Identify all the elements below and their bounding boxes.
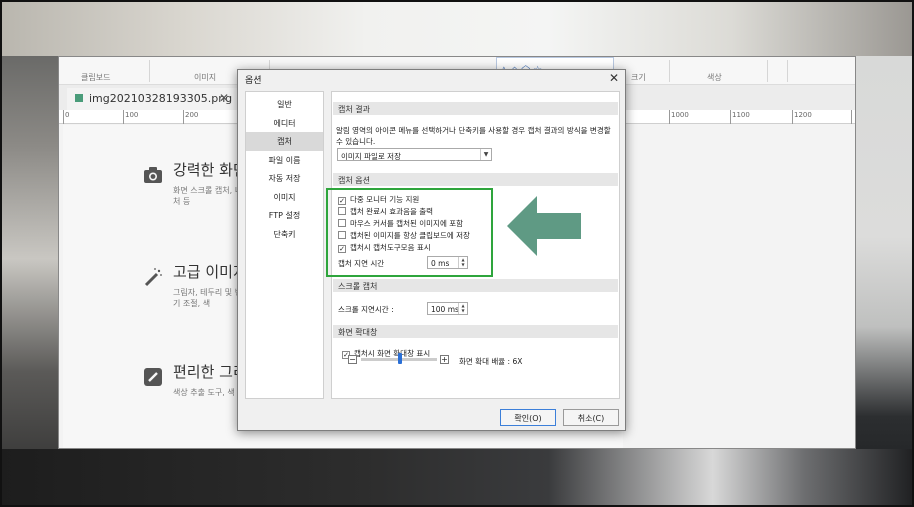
highlight-box xyxy=(326,188,493,277)
zoom-level-label: 화면 확대 배율 : 6X xyxy=(459,357,523,366)
nav-item-file-name[interactable]: 파일 이름 xyxy=(246,151,323,170)
desktop-background-left xyxy=(0,56,58,507)
cancel-button[interactable]: 취소(C) xyxy=(563,409,619,426)
ruler-tick xyxy=(851,110,852,124)
ruler-tick xyxy=(63,110,64,124)
ruler-label: 1000 xyxy=(671,111,689,119)
scroll-delay-value: 100 ms xyxy=(431,305,459,314)
zoom-out-button[interactable]: − xyxy=(348,355,357,364)
section-header-capture-options: 캡처 옵션 xyxy=(333,173,618,186)
close-icon[interactable]: ✕ xyxy=(609,71,619,85)
nav-item-shortcuts[interactable]: 단축키 xyxy=(246,225,323,244)
camera-icon xyxy=(144,167,162,183)
section-header-capture-result: 캡처 결과 xyxy=(333,102,618,115)
capture-result-value: 이미지 파일로 저장 xyxy=(341,152,401,161)
document-tab[interactable]: img20210328193305.png ✕ xyxy=(67,88,237,110)
zoom-in-button[interactable]: + xyxy=(440,355,449,364)
ribbon-group-clipboard: 클립보드 xyxy=(81,73,111,82)
ruler-label: 200 xyxy=(185,111,199,119)
ruler-tick xyxy=(183,110,184,124)
options-nav: 일반 에디터 캡처 파일 이름 자동 저장 이미지 FTP 설정 단축키 xyxy=(245,91,324,399)
scroll-delay-label: 스크롤 지연시간 : xyxy=(338,305,394,314)
ribbon-separator xyxy=(787,60,788,82)
ribbon-separator xyxy=(149,60,150,82)
ok-button[interactable]: 확인(O) xyxy=(500,409,556,426)
close-tab-icon[interactable]: ✕ xyxy=(219,91,229,105)
pencil-icon xyxy=(144,368,162,386)
stepper-arrows-icon[interactable]: ▲ ▼ xyxy=(458,303,467,314)
ruler-label: 1200 xyxy=(794,111,812,119)
image-file-icon xyxy=(75,94,83,102)
chevron-down-icon[interactable]: ▼ xyxy=(480,149,491,160)
magic-wand-icon xyxy=(144,268,162,287)
arrow-left-icon xyxy=(507,196,581,256)
zoom-slider-thumb[interactable] xyxy=(398,353,402,364)
nav-item-general[interactable]: 일반 xyxy=(246,95,323,114)
capture-result-select[interactable]: 이미지 파일로 저장 ▼ xyxy=(337,148,492,161)
ruler-label: 0 xyxy=(65,111,70,119)
ribbon-group-image: 이미지 xyxy=(194,73,217,82)
capture-result-description: 알림 영역의 아이콘 메뉴를 선택하거나 단축키를 사용할 경우 캡처 결과의 … xyxy=(336,126,611,146)
nav-item-ftp[interactable]: FTP 설정 xyxy=(246,206,323,225)
section-header-scroll-capture: 스크롤 캡처 xyxy=(333,279,618,292)
ribbon-separator xyxy=(767,60,768,82)
ruler-tick xyxy=(123,110,124,124)
checkbox-label: 캡처시 화면 확대창 표시 xyxy=(354,349,431,358)
desktop-background-right xyxy=(856,56,914,507)
scroll-delay-stepper[interactable]: 100 ms ▲ ▼ xyxy=(427,302,468,315)
desktop-background-bottom xyxy=(0,449,914,507)
ruler-tick xyxy=(669,110,670,124)
feature-title: 편리한 그리 xyxy=(173,363,247,381)
dialog-title: 옵션 xyxy=(245,76,262,86)
nav-item-capture[interactable]: 캡처 xyxy=(246,132,323,151)
feature-title: 고급 이미지 xyxy=(173,263,247,281)
nav-item-image[interactable]: 이미지 xyxy=(246,188,323,207)
nav-item-auto-save[interactable]: 자동 저장 xyxy=(246,169,323,188)
feature-title: 강력한 화면 xyxy=(173,161,247,179)
nav-item-editor[interactable]: 에디터 xyxy=(246,114,323,133)
ruler-label: 100 xyxy=(125,111,139,119)
ribbon-group-color: 색상 xyxy=(707,73,722,82)
ruler-label: 1100 xyxy=(732,111,750,119)
desktop-background-top xyxy=(0,0,914,60)
ribbon-separator xyxy=(669,60,670,82)
ruler-tick xyxy=(792,110,793,124)
document-tab-title: img20210328193305.png xyxy=(89,92,233,105)
ruler-tick xyxy=(730,110,731,124)
ribbon-group-size: 크기 xyxy=(631,73,646,82)
section-header-magnifier: 화면 확대창 xyxy=(333,325,618,338)
